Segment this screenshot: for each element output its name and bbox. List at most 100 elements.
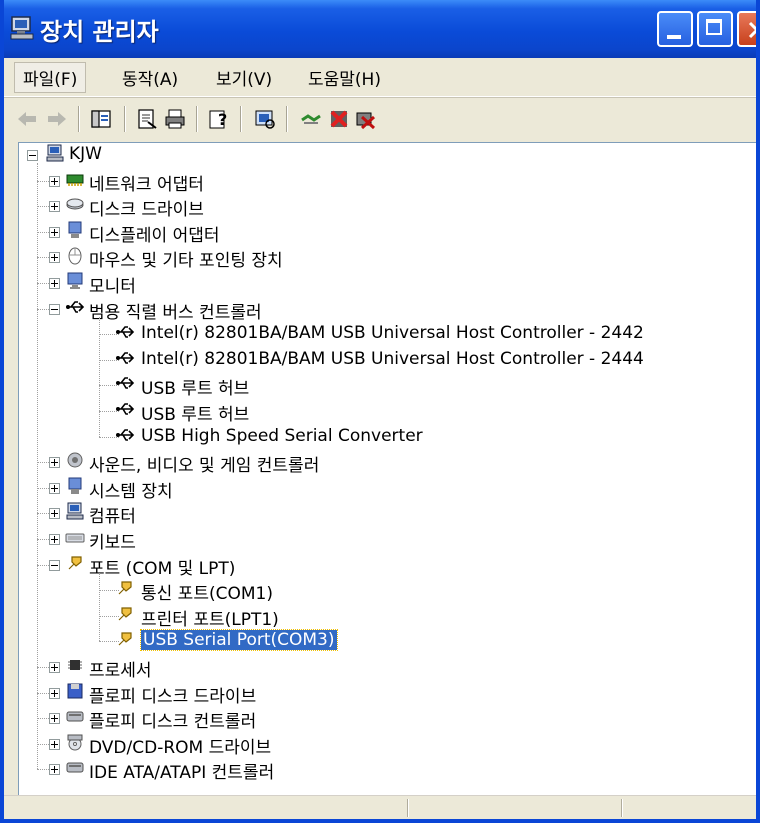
tree-device-label: USB High Speed Serial Converter	[141, 425, 423, 446]
usb-icon	[116, 351, 135, 364]
title-bar[interactable]: 장치 관리자	[4, 0, 756, 58]
tree-category[interactable]: 컴퓨터	[19, 501, 739, 528]
menu-help[interactable]: 도움말(H)	[308, 65, 381, 90]
tree-category[interactable]: 플로피 디스크 드라이브	[19, 681, 739, 707]
tree-line-vertical	[37, 163, 38, 770]
monitor-icon	[67, 272, 83, 289]
tree-device[interactable]: USB High Speed Serial Converter	[19, 425, 739, 449]
minimize-button[interactable]	[657, 11, 693, 47]
disable-device-button[interactable]	[328, 108, 350, 130]
close-icon	[748, 21, 756, 39]
floppy-drive-icon	[67, 683, 83, 699]
keyboard-icon	[65, 533, 85, 543]
computer-icon	[66, 502, 84, 520]
tree-device[interactable]: Intel(r) 82801BA/BAM USB Universal Host …	[19, 322, 739, 346]
tree-root[interactable]: KJW	[19, 143, 219, 167]
tree-category[interactable]: IDE ATA/ATAPI 컨트롤러	[19, 757, 739, 784]
usb-icon	[116, 377, 135, 390]
tree-category-label: 프로세서	[89, 661, 152, 681]
tree-device[interactable]: 프린터 포트(LPT1)	[19, 604, 739, 630]
svg-text:?: ?	[218, 110, 227, 129]
tree-device-label: 프린터 포트(LPT1)	[141, 609, 279, 630]
scan-hardware-button[interactable]	[254, 108, 276, 130]
port-icon	[118, 581, 132, 595]
tree-device-label: USB 루트 허브	[141, 379, 250, 400]
help-button[interactable]: ?	[208, 108, 230, 130]
tree-device[interactable]: USB Serial Port(COM3)	[19, 629, 739, 653]
tree-device[interactable]: USB 루트 허브	[19, 373, 739, 400]
print-button[interactable]	[164, 108, 186, 130]
device-tree[interactable]: KJW 네트워크 어댑터디스크 드라이브디스플레이 어댑터마우스 및 기타 포인팅…	[18, 142, 756, 797]
usb-icon	[116, 428, 135, 441]
toolbar-separator	[286, 106, 288, 132]
toolbar-separator	[78, 106, 80, 132]
menu-view[interactable]: 보기(V)	[216, 65, 272, 90]
maximize-button[interactable]	[697, 11, 733, 47]
tree-category-label: 플로피 디스크 컨트롤러	[89, 712, 257, 733]
device-manager-window: 장치 관리자 파일(F) 동작(A) 보기(V) 도움말(H) ? KJW 네트…	[0, 0, 760, 823]
close-button[interactable]	[737, 11, 756, 47]
tree-category[interactable]: 네트워크 어댑터	[19, 169, 739, 195]
tree-category[interactable]: 디스크 드라이브	[19, 194, 739, 221]
tree-device-label: Intel(r) 82801BA/BAM USB Universal Host …	[141, 323, 644, 344]
tree-device-label: 통신 포트(COM1)	[141, 584, 273, 605]
tree-category-label: 컴퓨터	[89, 507, 136, 528]
tree-device[interactable]: 통신 포트(COM1)	[19, 578, 739, 605]
tree-category[interactable]: 디스플레이 어댑터	[19, 220, 739, 246]
tree-category[interactable]: 시스템 장치	[19, 476, 739, 502]
tree-category-label: 범용 직렬 버스 컨트롤러	[89, 302, 262, 323]
port-icon	[68, 555, 82, 570]
tree-category[interactable]: 모니터	[19, 271, 739, 297]
forward-button[interactable]	[46, 108, 68, 130]
computer-icon	[10, 16, 34, 40]
mouse-icon	[68, 247, 82, 265]
tree-category-label: 네트워크 어댑터	[89, 174, 204, 195]
tree-category-label: 사운드, 비디오 및 게임 컨트롤러	[89, 456, 320, 477]
tree-category-label: DVD/CD-ROM 드라이브	[89, 737, 272, 758]
tree-category-label: IDE ATA/ATAPI 컨트롤러	[89, 763, 275, 784]
tree-category[interactable]: 사운드, 비디오 및 게임 컨트롤러	[19, 450, 739, 477]
tree-category[interactable]: 마우스 및 기타 포인팅 장치	[19, 245, 739, 272]
display-adapter-icon	[68, 221, 82, 238]
tree-category-label: 모니터	[89, 277, 136, 297]
tree-category[interactable]: DVD/CD-ROM 드라이브	[19, 732, 739, 758]
floppy-controller-icon	[66, 711, 84, 722]
tree-device[interactable]: USB 루트 허브	[19, 399, 739, 425]
status-bar	[4, 795, 756, 819]
tree-category-label: 디스크 드라이브	[89, 200, 204, 221]
network-adapter-icon	[66, 174, 84, 186]
tree-device[interactable]: Intel(r) 82801BA/BAM USB Universal Host …	[19, 348, 739, 372]
status-pane	[408, 799, 621, 817]
update-driver-button[interactable]	[300, 108, 322, 130]
computer-icon	[46, 144, 64, 162]
sound-icon	[67, 452, 83, 468]
status-pane	[622, 799, 753, 817]
port-icon	[118, 632, 132, 646]
processor-icon	[68, 660, 82, 670]
usb-icon	[116, 403, 135, 415]
menu-bar: 파일(F) 동작(A) 보기(V) 도움말(H)	[4, 58, 756, 97]
uninstall-device-button[interactable]	[354, 108, 376, 130]
menu-file[interactable]: 파일(F)	[14, 62, 87, 93]
minimize-icon	[667, 35, 681, 39]
port-icon	[118, 607, 132, 621]
tree-category[interactable]: 키보드	[19, 527, 739, 553]
properties-button[interactable]	[136, 108, 158, 130]
window-title: 장치 관리자	[40, 18, 159, 46]
maximize-icon	[706, 19, 722, 35]
toolbar-separator	[124, 106, 126, 132]
tree-category[interactable]: 범용 직렬 버스 컨트롤러	[19, 297, 739, 323]
show-hide-tree-button[interactable]	[90, 108, 112, 130]
tree-category-label: 디스플레이 어댑터	[89, 225, 220, 246]
tree-category-label: 마우스 및 기타 포인팅 장치	[89, 251, 283, 272]
tree-category-label: 시스템 장치	[89, 481, 173, 502]
back-button[interactable]	[16, 108, 38, 130]
tree-category[interactable]: 플로피 디스크 컨트롤러	[19, 706, 739, 733]
tree-category[interactable]: 포트 (COM 및 LPT)	[19, 553, 739, 579]
dvd-icon	[67, 734, 83, 751]
system-icon	[68, 477, 82, 494]
toolbar: ?	[4, 97, 756, 140]
tree-category-label: 키보드	[89, 533, 136, 553]
menu-action[interactable]: 동작(A)	[122, 65, 178, 90]
tree-category[interactable]: 프로세서	[19, 655, 739, 681]
